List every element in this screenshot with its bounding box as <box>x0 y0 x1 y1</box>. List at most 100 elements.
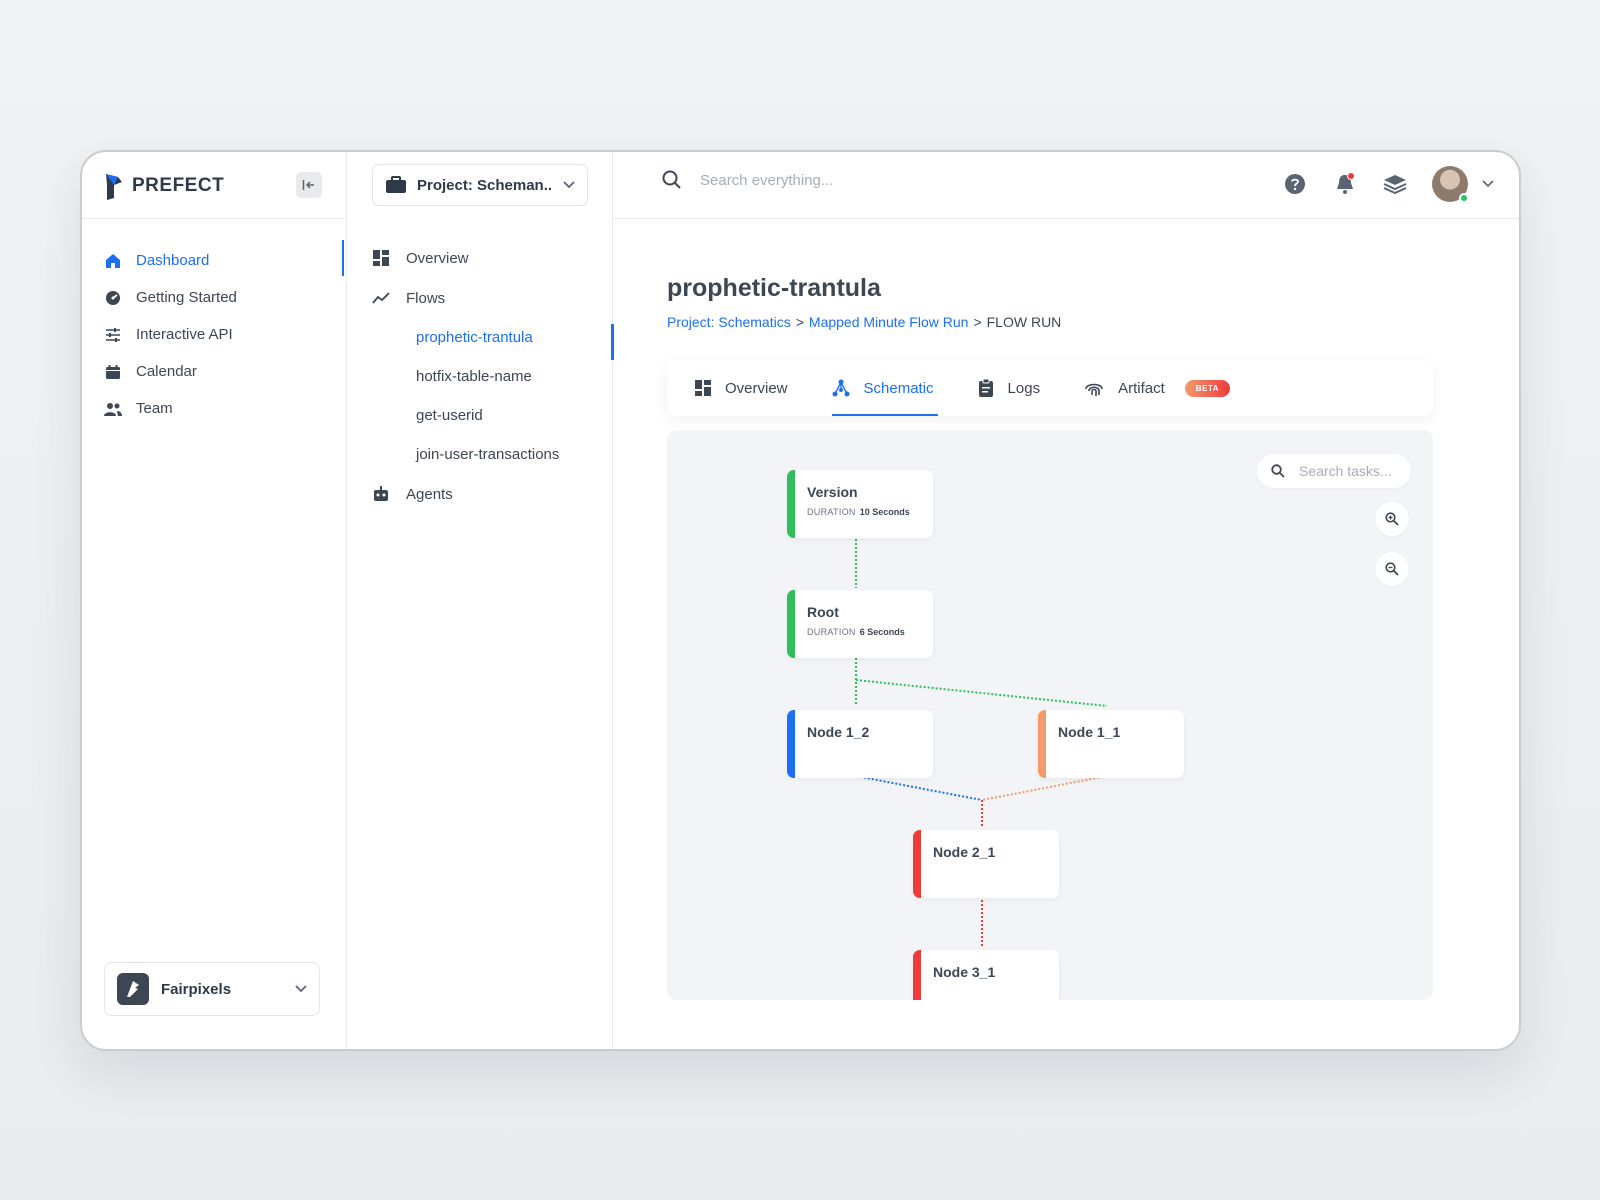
project-nav-overview[interactable]: Overview <box>366 238 632 278</box>
dashboard-grid-icon <box>372 249 390 267</box>
link-node12-node21 <box>855 775 983 801</box>
help-button[interactable] <box>1282 171 1308 197</box>
chevron-down-icon <box>563 181 575 189</box>
prefect-logo[interactable]: PREFECT <box>104 172 224 200</box>
search-icon <box>662 170 681 189</box>
schematic-canvas[interactable]: Version DURATION 10 Seconds Root DURATION… <box>667 430 1433 1000</box>
breadcrumb-separator: > <box>973 314 982 330</box>
zoom-in-button[interactable] <box>1375 502 1409 536</box>
flow-item-label: join-user-transactions <box>416 446 560 463</box>
zoom-out-button[interactable] <box>1375 552 1409 586</box>
project-selector-label: Project: Scheman... <box>417 176 553 194</box>
search-input[interactable] <box>700 171 1000 189</box>
task-node-root[interactable]: Root DURATION 6 Seconds <box>787 590 933 658</box>
tab-overview[interactable]: Overview <box>695 360 788 416</box>
node-name: Root <box>807 604 839 620</box>
task-node-3-1[interactable]: Node 3_1 <box>913 950 1059 1000</box>
tab-label: Logs <box>1007 379 1041 397</box>
task-node-2-1[interactable]: Node 2_1 <box>913 830 1059 898</box>
app-window: PREFECT Dashboard Getting Started Intera… <box>80 150 1521 1051</box>
breadcrumb-separator: > <box>795 314 804 330</box>
flow-item-label: prophetic-trantula <box>416 329 533 346</box>
sidebar-item-dashboard[interactable]: Dashboard <box>104 242 237 279</box>
sidebar-divider <box>346 152 347 1049</box>
project-selector[interactable]: Project: Scheman... <box>372 164 588 206</box>
task-search-input[interactable] <box>1299 463 1399 479</box>
sidebar-item-label: Team <box>136 400 173 417</box>
project-nav-flows-label: Flows <box>406 289 446 307</box>
breadcrumb: Project: Schematics > Mapped Minute Flow… <box>667 314 1061 330</box>
prefect-logo-icon <box>106 174 122 200</box>
node-name: Node 1_1 <box>1058 724 1121 740</box>
task-search <box>1257 454 1411 488</box>
clipboard-icon <box>978 379 993 397</box>
home-icon <box>104 252 122 270</box>
node-name: Node 2_1 <box>933 844 996 860</box>
header-divider <box>613 218 1519 219</box>
flow-item-join-user-transactions[interactable]: join-user-transactions <box>366 435 632 474</box>
sidebar-item-label: Getting Started <box>136 289 237 306</box>
org-switcher[interactable]: Fairpixels <box>104 962 320 1016</box>
chevron-down-icon <box>1482 180 1494 188</box>
task-node-version[interactable]: Version DURATION 10 Seconds <box>787 470 933 538</box>
schematic-icon <box>832 379 850 397</box>
node-name: Node 3_1 <box>933 964 996 980</box>
collapse-sidebar-button[interactable] <box>296 172 322 198</box>
search-icon <box>1271 464 1285 478</box>
node-name: Version <box>807 484 858 500</box>
flow-item-hotfix-table-name[interactable]: hotfix-table-name <box>366 357 632 396</box>
tab-artifact[interactable]: Artifact BETA <box>1084 360 1230 416</box>
help-icon <box>1285 174 1305 194</box>
online-status-dot <box>1459 193 1469 203</box>
project-nav-agents[interactable]: Agents <box>366 474 632 514</box>
notification-dot <box>1347 172 1355 180</box>
tab-logs[interactable]: Logs <box>978 360 1041 416</box>
sidebar-header-divider <box>82 218 346 219</box>
sidebar-item-calendar[interactable]: Calendar <box>104 353 237 390</box>
chevron-down-icon <box>295 985 307 993</box>
briefcase-icon <box>386 176 406 193</box>
task-node-1-2[interactable]: Node 1_2 <box>787 710 933 778</box>
notifications-button[interactable] <box>1332 171 1358 197</box>
trend-line-icon <box>372 289 390 307</box>
breadcrumb-project[interactable]: Project: Schematics <box>667 314 791 330</box>
calendar-icon <box>104 363 122 381</box>
layers-icon <box>1383 175 1407 194</box>
flow-item-get-userid[interactable]: get-userid <box>366 396 632 435</box>
node-duration: DURATION 10 Seconds <box>807 507 910 517</box>
tab-schematic[interactable]: Schematic <box>831 360 938 416</box>
gauge-icon <box>104 289 122 307</box>
user-menu[interactable] <box>1432 166 1494 203</box>
sidebar-item-interactive-api[interactable]: Interactive API <box>104 316 237 353</box>
task-node-1-1[interactable]: Node 1_1 <box>1038 710 1184 778</box>
team-icon <box>104 400 122 418</box>
zoom-out-icon <box>1385 562 1399 576</box>
node-name: Node 1_2 <box>807 724 870 740</box>
dashboard-grid-icon <box>695 380 711 396</box>
layers-button[interactable] <box>1382 171 1408 197</box>
run-tabs: Overview Schematic Logs Artifact BETA <box>667 360 1433 416</box>
tab-label: Artifact <box>1118 379 1165 397</box>
project-nav: Overview Flows prophetic-trantula hotfix… <box>366 238 632 514</box>
robot-icon <box>372 485 390 503</box>
overview-active-marker <box>342 240 344 276</box>
logo-text: PREFECT <box>132 175 225 196</box>
sliders-icon <box>104 326 122 344</box>
flow-item-prophetic-trantula[interactable]: prophetic-trantula <box>366 318 632 357</box>
tab-label: Overview <box>725 379 788 397</box>
sidebar-item-label: Interactive API <box>136 326 233 343</box>
zoom-in-icon <box>1385 512 1399 526</box>
fingerprint-icon <box>1085 383 1103 396</box>
breadcrumb-current: FLOW RUN <box>986 314 1062 330</box>
node-duration: DURATION 6 Seconds <box>807 627 905 637</box>
collapse-icon <box>302 180 314 190</box>
sidebar-item-team[interactable]: Team <box>104 390 237 427</box>
tab-label: Schematic <box>863 379 934 397</box>
link-node11-node21 <box>981 775 1108 801</box>
project-nav-agents-label: Agents <box>406 485 453 503</box>
breadcrumb-flow[interactable]: Mapped Minute Flow Run <box>809 314 969 330</box>
flow-item-label: hotfix-table-name <box>416 368 532 385</box>
flow-active-marker <box>611 324 614 360</box>
sidebar-item-getting-started[interactable]: Getting Started <box>104 279 237 316</box>
project-nav-flows[interactable]: Flows <box>366 278 632 318</box>
